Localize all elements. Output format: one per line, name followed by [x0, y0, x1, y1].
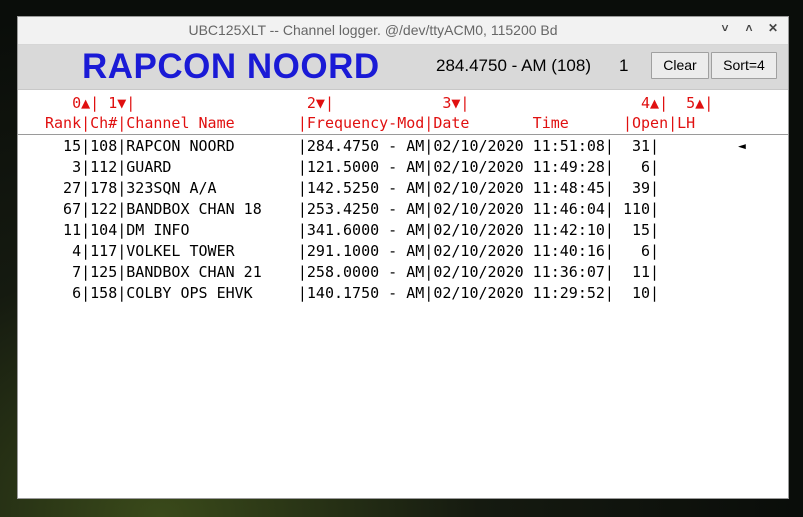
current-station-name: RAPCON NOORD — [82, 47, 380, 86]
list-item[interactable]: 7|125|BANDBOX CHAN 21 |258.0000 - AM|02/… — [45, 262, 659, 283]
channel-logger-window: UBC125XLT -- Channel logger. @/dev/ttyAC… — [17, 16, 789, 499]
list-item[interactable]: 67|122|BANDBOX CHAN 18 |253.4250 - AM|02… — [45, 199, 659, 220]
current-frequency: 284.4750 - AM (108) — [436, 56, 591, 75]
last-heard-marker-icon: ◄ — [738, 139, 746, 154]
current-count: 1 — [619, 56, 629, 75]
column-headers: 0▲| 1▼| 2▼| 3▼| 4▲| 5▲| Rank|Ch#|Channel… — [18, 90, 788, 135]
list-item[interactable]: 11|104|DM INFO |341.6000 - AM|02/10/2020… — [45, 220, 659, 241]
window-controls: ˅ ˄ ✕ — [718, 21, 780, 35]
column-header-line[interactable]: Rank|Ch#|Channel Name |Frequency-Mod|Dat… — [45, 113, 695, 133]
minimize-icon[interactable]: ˅ — [718, 21, 732, 35]
sort-button[interactable]: Sort=4 — [711, 52, 777, 79]
window-title: UBC125XLT -- Channel logger. @/dev/ttyAC… — [188, 22, 558, 38]
list-item[interactable]: 4|117|VOLKEL TOWER |291.1000 - AM|02/10/… — [45, 241, 659, 262]
sort-indicator-line[interactable]: 0▲| 1▼| 2▼| 3▼| 4▲| 5▲| — [45, 93, 713, 113]
list-item[interactable]: 15|108|RAPCON NOORD |284.4750 - AM|02/10… — [45, 136, 659, 157]
list-item[interactable]: 27|178|323SQN A/A |142.5250 - AM|02/10/2… — [45, 178, 659, 199]
list-item[interactable]: 3|112|GUARD |121.5000 - AM|02/10/2020 11… — [45, 157, 659, 178]
channel-list[interactable]: 15|108|RAPCON NOORD |284.4750 - AM|02/10… — [18, 136, 788, 496]
maximize-icon[interactable]: ˄ — [742, 21, 756, 35]
close-icon[interactable]: ✕ — [766, 21, 780, 35]
current-channel-header: RAPCON NOORD 284.4750 - AM (108) 1 Clear… — [18, 45, 788, 90]
clear-button[interactable]: Clear — [651, 52, 709, 79]
list-item[interactable]: 6|158|COLBY OPS EHVK |140.1750 - AM|02/1… — [45, 283, 659, 304]
title-bar[interactable]: UBC125XLT -- Channel logger. @/dev/ttyAC… — [18, 17, 788, 45]
